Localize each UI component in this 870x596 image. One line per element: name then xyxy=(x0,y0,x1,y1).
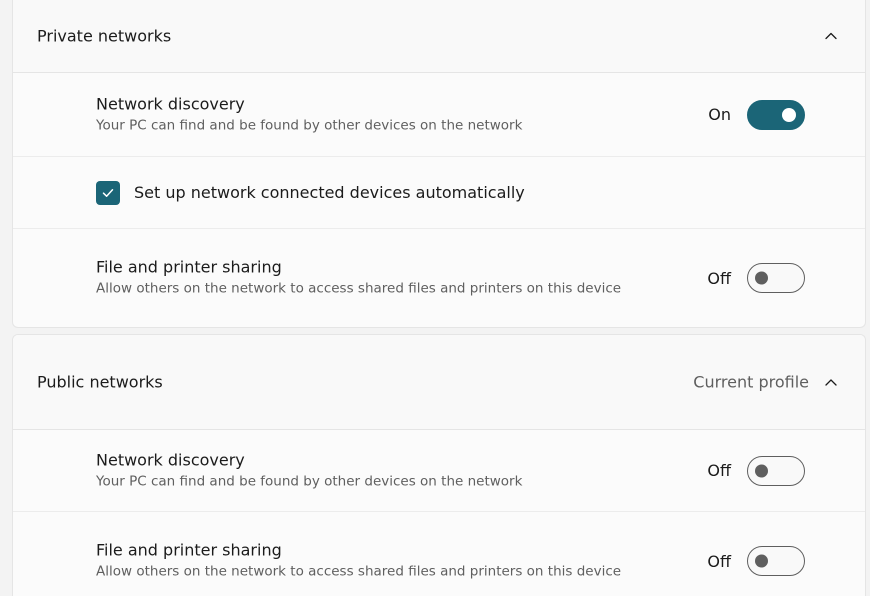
private-network-discovery-control: On xyxy=(708,99,805,130)
chevron-up-icon[interactable] xyxy=(823,374,839,390)
private-network-discovery-description: Your PC can find and be found by other d… xyxy=(96,117,523,133)
checkmark-icon xyxy=(102,188,114,197)
private-file-sharing-description: Allow others on the network to access sh… xyxy=(96,280,622,297)
public-file-sharing-description: Allow others on the network to access sh… xyxy=(96,563,622,580)
public-network-discovery-row: Network discovery Your PC can find and b… xyxy=(13,430,865,512)
public-network-discovery-description: Your PC can find and be found by other d… xyxy=(96,473,523,489)
public-networks-header[interactable]: Public networks Current profile xyxy=(13,335,865,430)
auto-setup-row: Set up network connected devices automat… xyxy=(13,157,865,229)
public-network-discovery-title: Network discovery xyxy=(96,450,245,469)
private-network-discovery-text: Network discovery Your PC can find and b… xyxy=(96,93,656,136)
toggle-knob xyxy=(755,554,768,568)
public-network-discovery-text: Network discovery Your PC can find and b… xyxy=(96,449,656,492)
private-network-discovery-title: Network discovery xyxy=(96,94,245,113)
public-file-sharing-toggle[interactable] xyxy=(747,546,805,576)
current-profile-label: Current profile xyxy=(693,372,809,392)
private-network-discovery-toggle[interactable] xyxy=(747,99,805,130)
public-file-sharing-text: File and printer sharing Allow others on… xyxy=(96,540,656,583)
public-networks-card: Public networks Current profile Network … xyxy=(12,334,866,596)
private-file-sharing-row: File and printer sharing Allow others on… xyxy=(13,229,865,327)
public-network-discovery-state: Off xyxy=(707,461,731,480)
private-networks-header[interactable]: Private networks xyxy=(13,0,865,73)
settings-page: Private networks Network discovery Your … xyxy=(0,0,870,596)
private-file-sharing-title: File and printer sharing xyxy=(96,257,282,277)
public-file-sharing-control: Off xyxy=(707,546,805,576)
toggle-knob xyxy=(755,464,768,477)
toggle-knob xyxy=(782,107,796,122)
private-networks-title: Private networks xyxy=(37,26,172,46)
public-network-discovery-control: Off xyxy=(707,455,805,486)
private-networks-card: Private networks Network discovery Your … xyxy=(12,0,866,328)
auto-setup-label: Set up network connected devices automat… xyxy=(134,183,525,202)
public-networks-title: Public networks xyxy=(37,372,163,392)
chevron-up-icon[interactable] xyxy=(823,28,839,44)
public-network-discovery-toggle[interactable] xyxy=(747,455,805,486)
auto-setup-checkbox-group[interactable]: Set up network connected devices automat… xyxy=(96,180,525,205)
auto-setup-checkbox[interactable] xyxy=(96,180,120,205)
private-network-discovery-row: Network discovery Your PC can find and b… xyxy=(13,73,865,157)
toggle-knob xyxy=(755,271,768,285)
public-file-sharing-title: File and printer sharing xyxy=(96,540,282,560)
private-file-sharing-state: Off xyxy=(707,268,731,288)
private-network-discovery-state: On xyxy=(708,105,731,124)
public-file-sharing-state: Off xyxy=(707,551,731,571)
private-file-sharing-toggle[interactable] xyxy=(747,263,805,293)
public-file-sharing-row: File and printer sharing Allow others on… xyxy=(13,512,865,596)
public-networks-header-right: Current profile xyxy=(693,373,839,392)
private-networks-header-right xyxy=(823,28,839,44)
private-file-sharing-text: File and printer sharing Allow others on… xyxy=(96,257,656,300)
private-file-sharing-control: Off xyxy=(707,263,805,293)
